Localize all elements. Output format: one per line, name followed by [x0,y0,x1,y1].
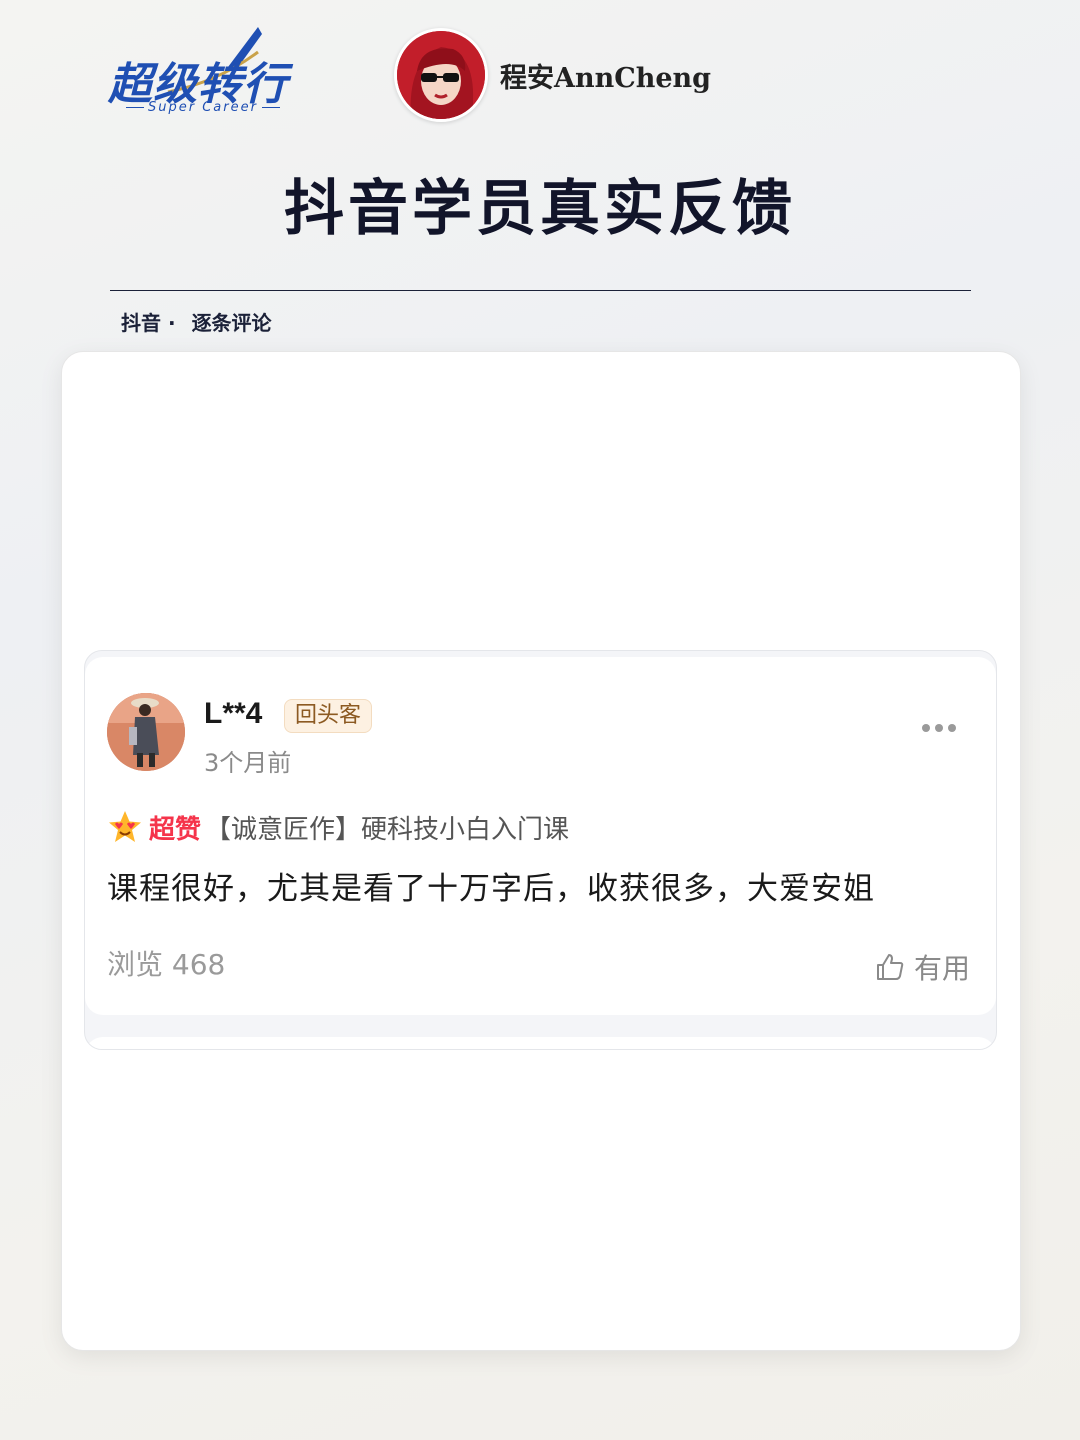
author-name: 程安AnnCheng [500,63,712,94]
comment-item: L**4 回头客 3个月前 超赞 【诚意匠作】硬科技小白入门课 课程很好，尤其是… [85,657,996,1015]
view-count: 浏览 468 [107,948,226,981]
useful-label: 有用 [913,952,970,985]
commenter-name[interactable]: L**4 [204,697,262,731]
more-dot-icon [948,724,956,732]
more-options-button[interactable] [922,719,966,745]
source-label: 抖音 · [121,311,176,335]
more-dot-icon [922,724,930,732]
thumbs-up-icon [876,954,904,980]
comment-text: 课程很好，尤其是看了十万字后，收获很多，大爱安姐 [107,871,875,907]
author-avatar [394,28,488,122]
returning-customer-badge: 回头客 [284,699,373,733]
page-title: 抖音学员真实反馈 [284,174,796,244]
rating-row: 超赞 【诚意匠作】硬科技小白入门课 [107,809,569,845]
next-comment-edge [85,1037,996,1049]
commenter-avatar[interactable] [107,693,185,771]
more-dot-icon [935,724,943,732]
comment-screenshot: L**4 回头客 3个月前 超赞 【诚意匠作】硬科技小白入门课 课程很好，尤其是… [84,650,997,1050]
rating-label: 超赞 [149,814,202,845]
logo-subtitle: Super Career [122,100,284,115]
divider [110,290,971,291]
star-heart-eyes-icon [109,811,141,842]
comment-time: 3个月前 [204,749,292,777]
author-portrait-icon [397,31,485,119]
source-line: 抖音 · 逐条评论 [121,307,272,336]
commenter-photo-icon [107,693,185,771]
source-detail: 逐条评论 [191,311,272,335]
product-name[interactable]: 【诚意匠作】硬科技小白入门课 [205,809,569,846]
useful-button[interactable]: 有用 [874,947,970,987]
brand-logo: 超级转行 Super Career [108,22,298,122]
